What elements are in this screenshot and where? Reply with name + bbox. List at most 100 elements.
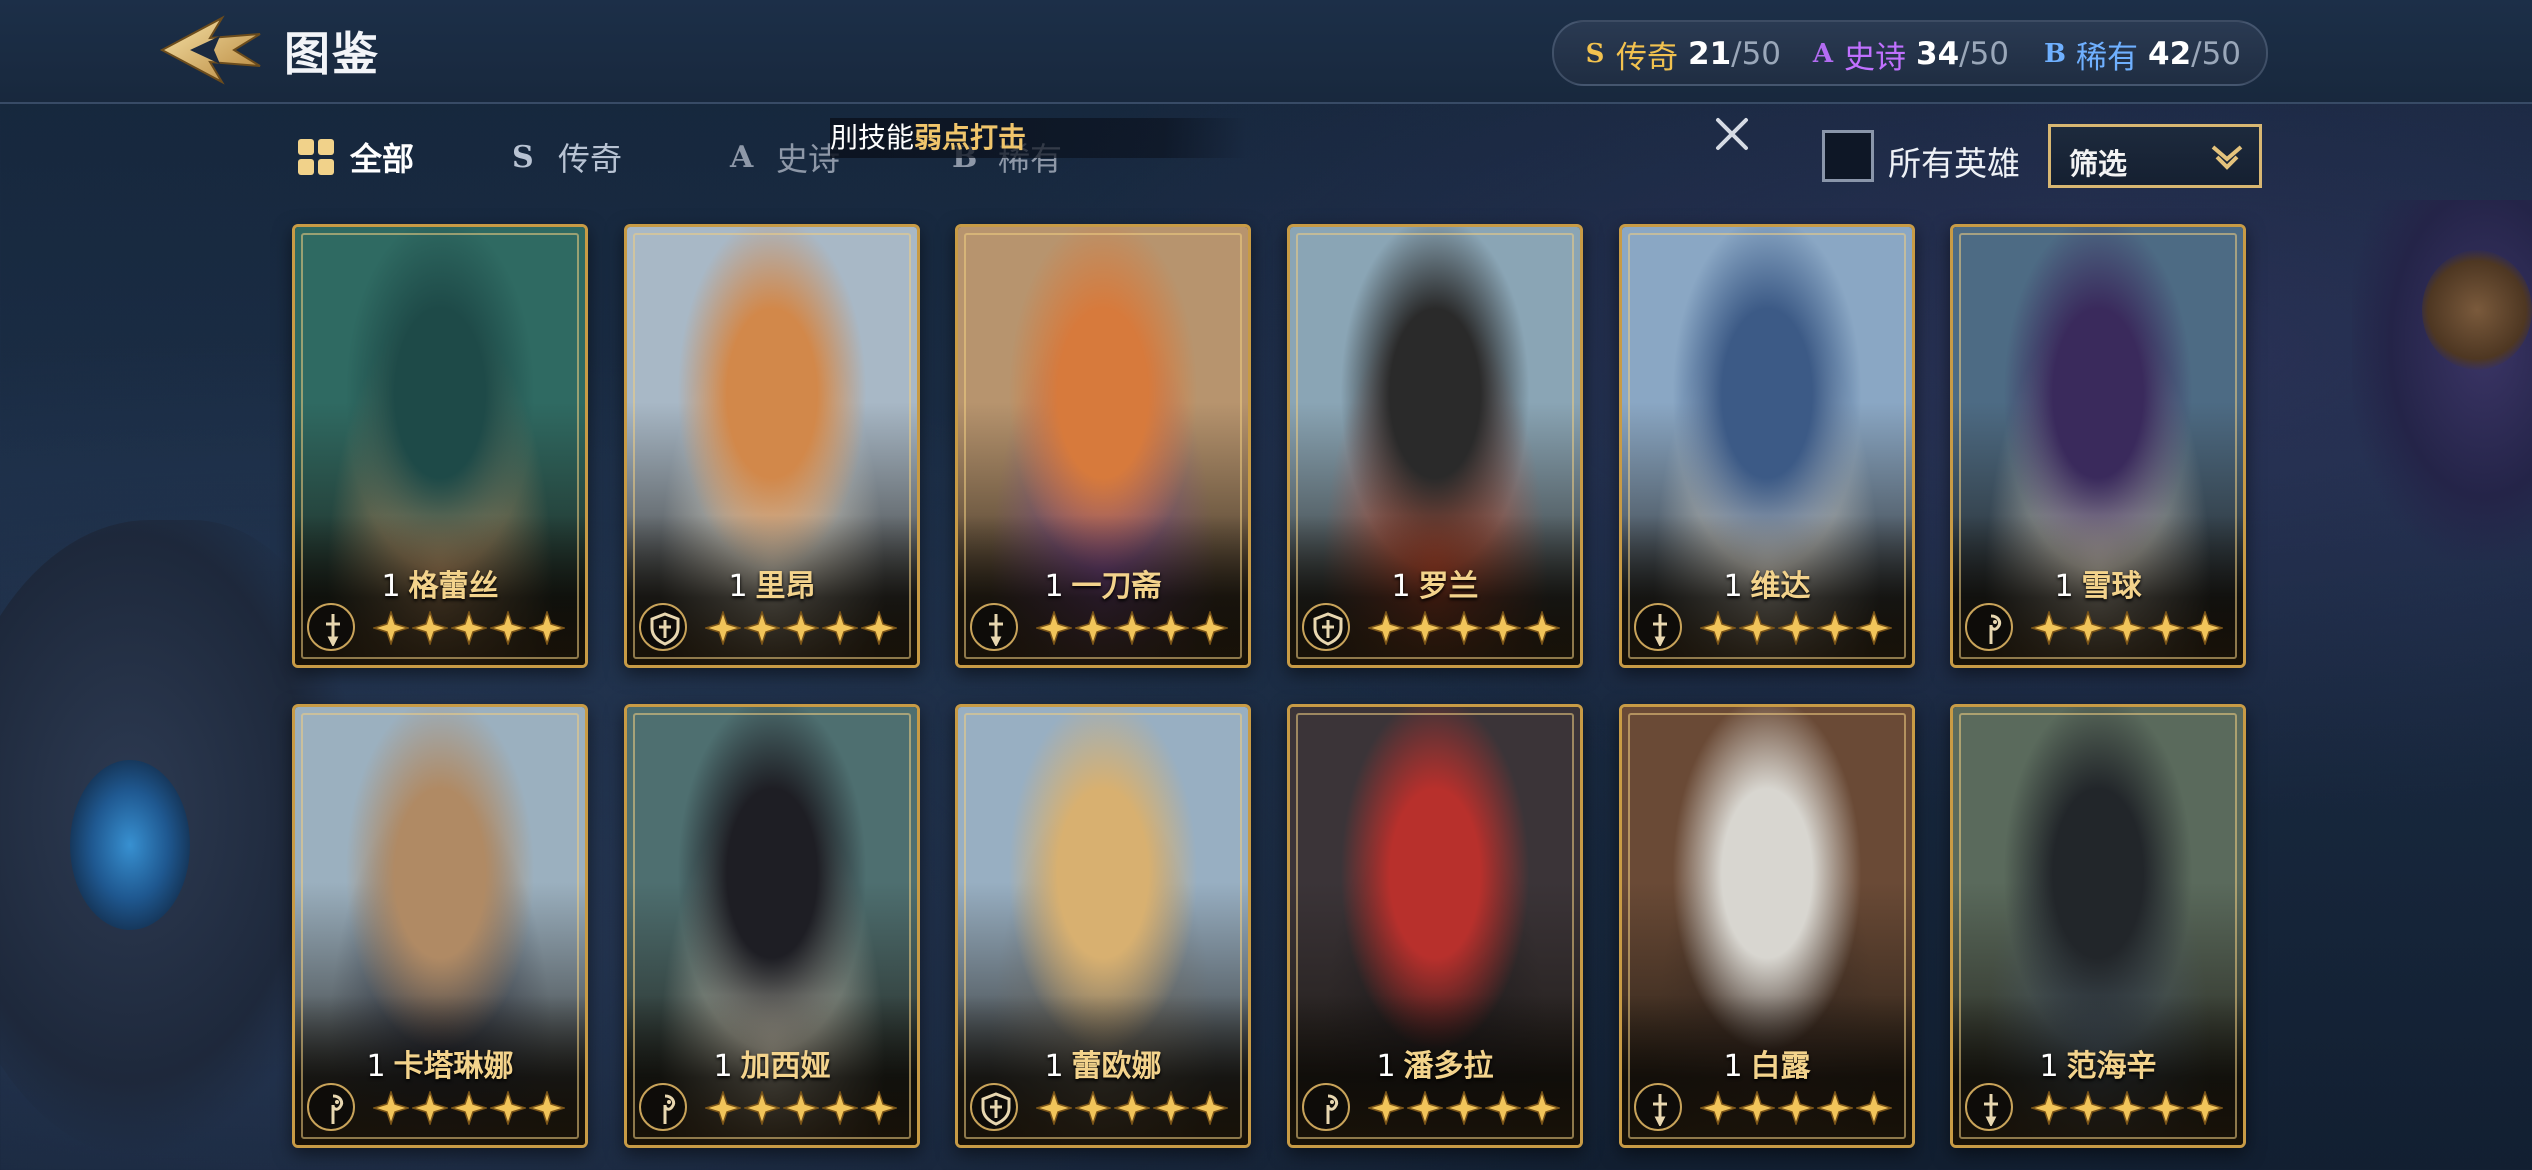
star-icon: [1856, 1091, 1892, 1125]
star-icon: [1817, 1091, 1853, 1125]
sword-role-icon: [970, 603, 1018, 651]
star-icon: [1075, 1091, 1111, 1125]
star-icon: [744, 611, 780, 645]
hero-level: 1: [1723, 569, 1743, 604]
star-icon: [1036, 1091, 1072, 1125]
star-icon: [1153, 1091, 1189, 1125]
rarity-total: /50: [1959, 36, 2010, 72]
star-icon: [529, 1091, 565, 1125]
hero-name: 1 雪球: [1953, 561, 2243, 605]
hero-card[interactable]: 1 范海辛: [1950, 704, 2246, 1148]
hero-name: 1 范海辛: [1953, 1041, 2243, 1085]
star-icon: [783, 1091, 819, 1125]
background-orb: [2422, 250, 2532, 370]
hero-card[interactable]: 1 加西娅: [624, 704, 920, 1148]
hero-name: 1 卡塔琳娜: [295, 1041, 585, 1085]
star-icon: [2109, 1091, 2145, 1125]
tab-epic[interactable]: A 史诗: [722, 132, 840, 182]
hero-level: 1: [381, 569, 401, 604]
star-rating: [1700, 1091, 1895, 1125]
star-rating: [1368, 611, 1563, 645]
star-icon: [490, 611, 526, 645]
tooltip-text: 刖技能: [830, 121, 915, 154]
hero-name-text: 雪球: [2081, 569, 2142, 604]
rarity-epic: A 史诗 34 /50: [1810, 34, 2010, 76]
chevron-down-icon: [2211, 145, 2243, 170]
hero-card[interactable]: 1 格蕾丝: [292, 224, 588, 668]
hero-name-text: 范海辛: [2066, 1049, 2157, 1084]
shield-role-icon: [639, 603, 687, 651]
star-icon: [2070, 611, 2106, 645]
hero-card[interactable]: 1 维达: [1619, 224, 1915, 668]
hero-level: 1: [2039, 1049, 2059, 1084]
back-button[interactable]: [150, 10, 270, 90]
close-button[interactable]: [1710, 112, 1754, 156]
hero-name: 1 一刀斋: [958, 561, 1248, 605]
rarity-total: /50: [2191, 36, 2242, 72]
hero-name-text: 潘多拉: [1403, 1049, 1494, 1084]
grid-icon: [296, 137, 336, 177]
s-rank-icon: S: [504, 137, 544, 177]
star-icon: [1778, 1091, 1814, 1125]
all-heroes-checkbox[interactable]: [1822, 130, 1874, 182]
rarity-total: /50: [1731, 36, 1782, 72]
star-icon: [861, 1091, 897, 1125]
hero-name-text: 罗兰: [1418, 569, 1479, 604]
tab-legendary[interactable]: S 传奇: [504, 132, 622, 182]
star-icon: [1524, 611, 1560, 645]
hero-name-text: 蕾欧娜: [1071, 1049, 1162, 1084]
hero-level: 1: [1391, 569, 1411, 604]
star-icon: [705, 1091, 741, 1125]
star-icon: [1192, 611, 1228, 645]
hero-card[interactable]: 1 潘多拉: [1287, 704, 1583, 1148]
hero-level: 1: [728, 569, 748, 604]
star-rating: [705, 1091, 900, 1125]
all-heroes-label: 所有英雄: [1888, 144, 2020, 183]
background-ornament: [2352, 200, 2532, 560]
hero-card[interactable]: 1 一刀斋: [955, 224, 1251, 668]
hero-card[interactable]: 1 卡塔琳娜: [292, 704, 588, 1148]
star-icon: [2109, 611, 2145, 645]
sword-role-icon: [307, 603, 355, 651]
staff-role-icon: [1302, 1083, 1350, 1131]
filter-dropdown[interactable]: 筛选: [2048, 124, 2262, 188]
rarity-count: 21: [1688, 36, 1732, 72]
svg-text:A: A: [729, 140, 754, 175]
hero-name-text: 一刀斋: [1071, 569, 1162, 604]
rarity-name: 传奇: [1616, 39, 1678, 76]
hero-name-text: 格蕾丝: [408, 569, 499, 604]
hero-name-text: 白露: [1750, 1049, 1811, 1084]
star-icon: [1192, 1091, 1228, 1125]
rarity-count: 42: [2148, 36, 2192, 72]
star-rating: [1700, 611, 1895, 645]
hero-name-text: 加西娅: [740, 1049, 831, 1084]
rarity-legendary: S 传奇 21 /50: [1582, 34, 1782, 76]
star-rating: [1368, 1091, 1563, 1125]
star-icon: [373, 611, 409, 645]
hero-name-text: 卡塔琳娜: [393, 1049, 514, 1084]
star-icon: [1114, 611, 1150, 645]
star-icon: [1153, 611, 1189, 645]
star-icon: [1368, 1091, 1404, 1125]
hero-card[interactable]: 1 雪球: [1950, 224, 2246, 668]
hero-card[interactable]: 1 罗兰: [1287, 224, 1583, 668]
hero-card[interactable]: 1 蕾欧娜: [955, 704, 1251, 1148]
tab-all[interactable]: 全部: [296, 132, 414, 182]
hero-level: 1: [1723, 1049, 1743, 1084]
tab-label: 全部: [350, 140, 415, 178]
sword-role-icon: [1965, 1083, 2013, 1131]
star-icon: [783, 611, 819, 645]
star-icon: [1739, 611, 1775, 645]
hero-card[interactable]: 1 白露: [1619, 704, 1915, 1148]
hero-card[interactable]: 1 里昂: [624, 224, 920, 668]
star-icon: [1114, 1091, 1150, 1125]
star-rating: [2031, 1091, 2226, 1125]
sword-role-icon: [1634, 603, 1682, 651]
star-icon: [1778, 611, 1814, 645]
staff-role-icon: [307, 1083, 355, 1131]
hero-level: 1: [1044, 569, 1064, 604]
star-icon: [2070, 1091, 2106, 1125]
sword-role-icon: [1634, 1083, 1682, 1131]
star-rating: [373, 1091, 568, 1125]
hero-name: 1 格蕾丝: [295, 561, 585, 605]
